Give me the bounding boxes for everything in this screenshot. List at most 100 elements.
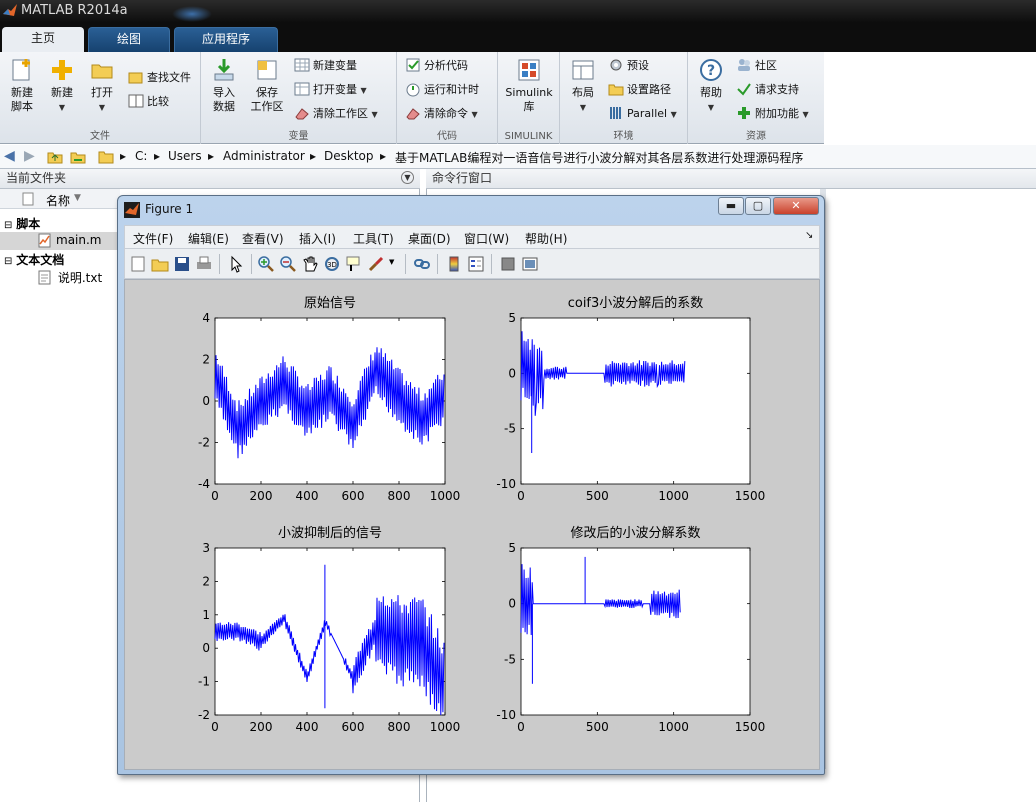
tab-apps[interactable]: 应用程序: [174, 27, 278, 52]
tab-home[interactable]: 主页: [2, 27, 84, 52]
app-title: MATLAB R2014a: [21, 3, 128, 18]
link-icon[interactable]: [413, 255, 431, 273]
menu-insert[interactable]: 插入(I): [299, 230, 336, 247]
preferences-button[interactable]: 预设: [608, 56, 649, 76]
simulink-library-button[interactable]: Simulink 库: [504, 57, 554, 114]
minimize-button[interactable]: ▬: [718, 197, 744, 215]
layout-icon: [572, 60, 594, 80]
print-icon[interactable]: [195, 255, 213, 273]
x-tick-label: 0: [517, 720, 525, 734]
find-files-button[interactable]: 查找文件: [128, 68, 191, 88]
browse-folder-icon[interactable]: [70, 149, 86, 165]
folder-icon: [98, 151, 114, 164]
menu-help[interactable]: 帮助(H): [525, 230, 567, 247]
pan-icon[interactable]: [301, 255, 319, 273]
analyze-code-button[interactable]: 分析代码: [405, 56, 468, 76]
x-tick-label: 200: [250, 489, 273, 503]
address-bar: ◀ ▶ ▸ C: ▸ Users ▸ Administrator ▸ Deskt…: [0, 145, 1036, 169]
new-variable-button[interactable]: 新建变量: [294, 56, 357, 76]
compare-icon: [128, 94, 144, 108]
open-button[interactable]: 打开 ▼: [86, 57, 118, 115]
parallel-button[interactable]: Parallel ▼: [608, 104, 677, 124]
tree-group-scripts[interactable]: ⊟ 脚本: [4, 215, 40, 232]
ribbon-group-environment: 布局 ▼ 预设 设置路径 Parallel ▼ 环境: [560, 52, 688, 144]
breadcrumb-item[interactable]: Administrator: [223, 149, 305, 163]
chevron-down-icon: ▼: [579, 103, 587, 112]
clear-workspace-button[interactable]: 清除工作区 ▼: [294, 104, 378, 124]
ribbon-group-file: 新建 脚本 新建 ▼ 打开 ▼ 查找文件 比较 文件: [0, 52, 201, 144]
command-window-title-bar: 命令行窗口: [426, 169, 1036, 189]
zoom-out-icon[interactable]: [279, 255, 297, 273]
breadcrumb-item[interactable]: Desktop: [324, 149, 374, 163]
show-plot-tools-icon[interactable]: [521, 255, 539, 273]
rotate-3d-icon[interactable]: 3D: [323, 255, 341, 273]
chevron-down-icon: ▼: [707, 103, 715, 112]
breadcrumb-item[interactable]: Users: [168, 149, 202, 163]
svg-text:3D: 3D: [327, 261, 337, 269]
collapse-icon[interactable]: ⊟: [4, 256, 12, 267]
layout-button[interactable]: 布局 ▼: [566, 57, 600, 115]
chevron-down-icon[interactable]: ▼: [389, 258, 394, 266]
add-ons-button[interactable]: 附加功能 ▼: [736, 104, 809, 124]
import-data-button[interactable]: 导入 数据: [208, 57, 240, 114]
data-cursor-icon[interactable]: [345, 255, 363, 273]
new-button[interactable]: 新建 ▼: [46, 57, 78, 115]
community-icon: [738, 59, 750, 71]
menu-tools[interactable]: 工具(T): [353, 230, 394, 247]
panel-menu-icon[interactable]: ▼: [401, 171, 414, 184]
community-button[interactable]: 社区: [736, 56, 777, 76]
zoom-in-icon[interactable]: [257, 255, 275, 273]
plus-icon: [738, 107, 750, 119]
clear-commands-button[interactable]: 清除命令 ▼: [405, 104, 478, 124]
menu-desktop[interactable]: 桌面(D): [408, 230, 451, 247]
menu-file[interactable]: 文件(F): [133, 230, 173, 247]
compare-button[interactable]: 比较: [128, 92, 169, 112]
request-support-button[interactable]: 请求支持: [736, 80, 799, 100]
maximize-button[interactable]: ▢: [745, 197, 771, 215]
stopwatch-icon: [406, 83, 420, 97]
chevron-down-icon: ▼: [360, 86, 367, 95]
y-tick-label: 4: [202, 311, 210, 325]
legend-icon[interactable]: [467, 255, 485, 273]
run-and-time-button[interactable]: 运行和计时: [405, 80, 479, 100]
y-tick-label: 0: [508, 597, 516, 611]
save-workspace-button[interactable]: 保存 工作区: [247, 57, 287, 114]
y-tick-label: -2: [198, 708, 210, 722]
figure-menu-bar: 文件(F) 编辑(E) 查看(V) 插入(I) 工具(T) 桌面(D) 窗口(W…: [124, 225, 820, 249]
ribbon-group-code: 分析代码 运行和计时 清除命令 ▼ 代码: [397, 52, 498, 144]
name-column-header[interactable]: 名称 ▼: [0, 189, 120, 209]
forward-arrow-icon[interactable]: ▶: [24, 148, 35, 164]
up-folder-icon[interactable]: [47, 149, 63, 165]
tab-plots[interactable]: 绘图: [88, 27, 170, 52]
hide-plot-tools-icon[interactable]: [499, 255, 517, 273]
save-icon[interactable]: [173, 255, 191, 273]
parallel-icon: [610, 107, 621, 119]
menu-view[interactable]: 查看(V): [242, 230, 284, 247]
help-button[interactable]: ? 帮助 ▼: [694, 57, 728, 115]
open-icon[interactable]: [151, 255, 169, 273]
tree-group-text-docs[interactable]: ⊟ 文本文档: [4, 251, 64, 268]
brush-icon[interactable]: [367, 255, 385, 273]
menu-edit[interactable]: 编辑(E): [188, 230, 229, 247]
collapse-icon[interactable]: ⊟: [4, 220, 12, 231]
colorbar-icon[interactable]: [445, 255, 463, 273]
dock-arrow-icon[interactable]: ↘: [805, 230, 813, 241]
x-tick-label: 1000: [658, 489, 689, 503]
breadcrumb-item[interactable]: C:: [135, 149, 147, 163]
open-variable-icon: [294, 82, 310, 96]
close-button[interactable]: ✕: [773, 197, 819, 215]
new-figure-icon[interactable]: [129, 255, 147, 273]
set-path-button[interactable]: 设置路径: [608, 80, 671, 100]
ribbon-tab-row: 主页 绘图 应用程序: [0, 22, 1036, 52]
breadcrumb-item[interactable]: 基于MATLAB编程对一语音信号进行小波分解对其各层系数进行处理源码程序: [395, 149, 803, 166]
menu-window[interactable]: 窗口(W): [464, 230, 509, 247]
open-variable-button[interactable]: 打开变量 ▼: [294, 80, 367, 100]
y-tick-label: 5: [508, 311, 516, 325]
file-item-readme-txt[interactable]: 说明.txt: [38, 269, 102, 286]
y-tick-label: 2: [202, 353, 210, 367]
pointer-icon[interactable]: [227, 255, 245, 273]
file-item-main-m[interactable]: main.m: [0, 232, 118, 250]
back-arrow-icon[interactable]: ◀: [4, 148, 15, 164]
chevron-down-icon: ▼: [471, 110, 478, 119]
new-script-button[interactable]: 新建 脚本: [6, 57, 38, 114]
